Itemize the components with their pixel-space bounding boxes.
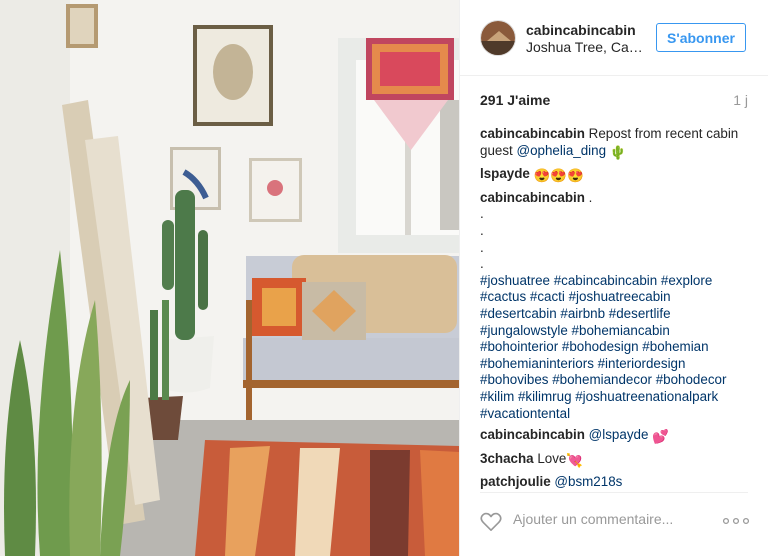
hashtag-line[interactable]: #joshuatree #cabincabincabin #explore [480,273,752,290]
post-sidebar: cabincabincabin Joshua Tree, California … [459,0,768,556]
comment-username[interactable]: patchjoulie [480,474,551,489]
hashtag-line[interactable]: #jungalowstyle #bohemiancabin [480,323,752,340]
comment-mention[interactable]: @ophelia_ding [517,143,607,158]
follow-button[interactable]: S'abonner [656,23,746,52]
header-location[interactable]: Joshua Tree, California [526,39,644,55]
comment: lspayde 😍😍😍 [480,166,752,185]
hashtag-line[interactable]: #bohemianinteriors #interiordesign [480,356,752,373]
hashtag-line[interactable]: #bohointerior #bohodesign #bohemian [480,339,752,356]
header-username[interactable]: cabincabincabin [526,22,636,38]
comment-username[interactable]: cabincabincabin [480,126,585,141]
comment-mention[interactable]: @bsm218s [554,474,622,489]
two-hearts-emoji-icon: 💕 [652,429,669,445]
comment-username[interactable]: 3chacha [480,451,534,466]
comment-dot: . [480,206,484,222]
heart-eyes-emoji-icon: 😍😍😍 [533,168,584,184]
avatar-image [481,21,515,55]
divider [480,492,748,493]
interior-scene-image [0,0,459,556]
comment-text: Love [537,450,567,466]
comment: cabincabincabin Repost from recent cabin… [480,126,752,161]
comment: patchjoulie @bsm218s [480,474,752,491]
comment-dot: . [480,256,484,272]
avatar[interactable] [480,20,516,56]
time-ago[interactable]: 1 j [733,92,748,108]
comment-mention[interactable]: @lspayde [589,427,649,442]
comment-dot: . [480,239,484,255]
comment: cabincabincabin @lspayde 💕 [480,427,752,446]
likes-count[interactable]: 291 J'aime [480,92,550,108]
hashtag-line[interactable]: #kilim #kilimrug #joshuatreenationalpark [480,389,752,406]
heart-arrow-emoji-icon: 💘 [566,452,584,468]
hashtag-line[interactable]: #vacationtental [480,406,752,423]
ellipsis-icon[interactable] [722,512,750,530]
cactus-emoji-icon: 🌵 [609,144,627,160]
likes-row: 291 J'aime 1 j [480,92,748,108]
comment-dot: . [480,222,484,238]
comment-footer [460,492,768,556]
comment-username[interactable]: cabincabincabin [480,427,585,442]
post-header: cabincabincabin Joshua Tree, California … [460,0,768,76]
hashtag-line[interactable]: #bohovibes #bohemiandecor #bohodecor [480,372,752,389]
comment-username[interactable]: lspayde [480,166,530,181]
hashtag-line[interactable]: #cactus #cacti #joshuatreecabin [480,289,752,306]
comments-list: cabincabincabin Repost from recent cabin… [480,126,752,496]
comment: 3chacha Love💘 [480,451,752,470]
comment-text: . [588,189,593,205]
hashtag-line[interactable]: #desertcabin #airbnb #desertlife [480,306,752,323]
heart-outline-icon[interactable] [480,512,502,532]
post-photo[interactable] [0,0,459,556]
comment: cabincabincabin . . . . . #joshuatree #c… [480,190,752,422]
add-comment-input[interactable] [513,511,713,527]
comment-username[interactable]: cabincabincabin [480,190,585,205]
